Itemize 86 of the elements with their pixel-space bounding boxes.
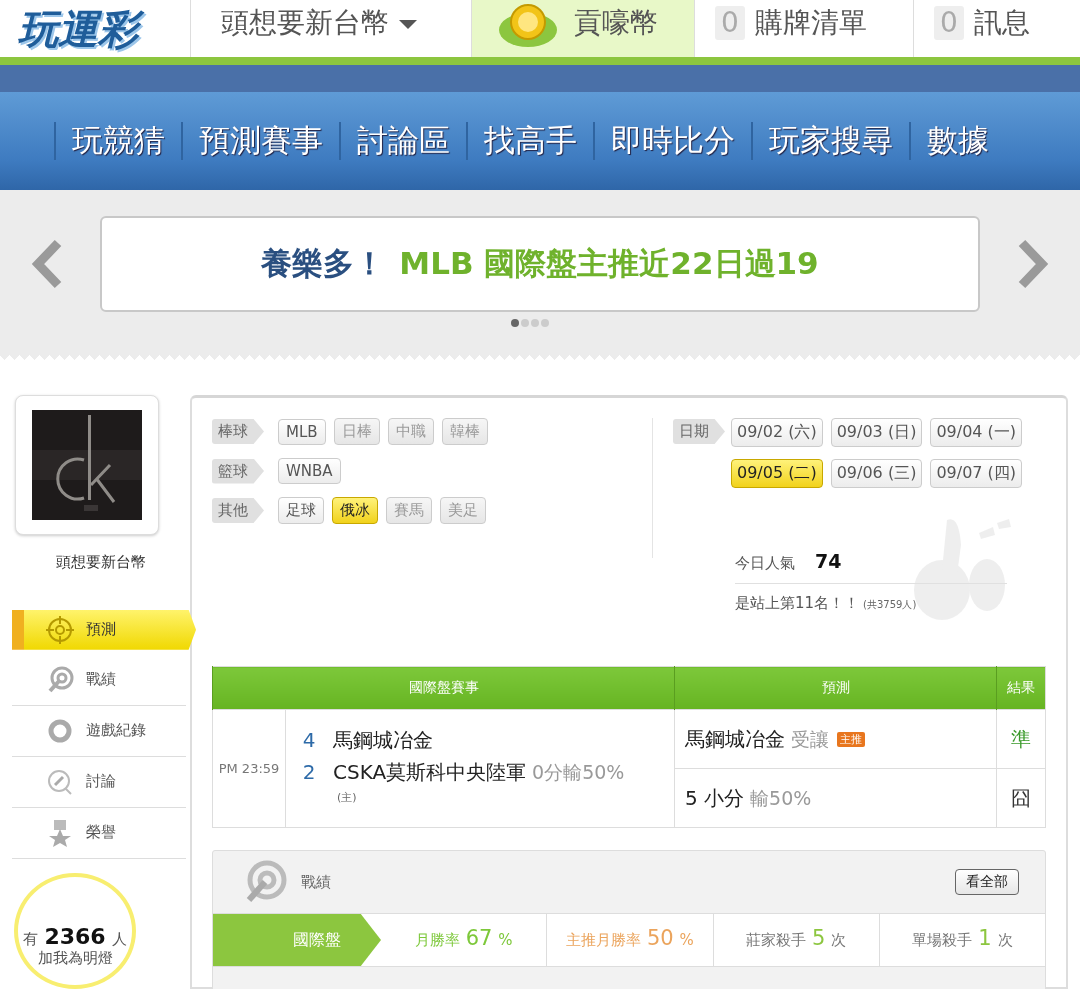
header-link[interactable]: 訊息 [973,6,1030,40]
carousel-dot[interactable] [531,319,539,327]
date-chip[interactable]: 09/05 (二) [731,459,823,488]
target-arrow-icon [46,665,74,694]
prediction-detail: 受讓 [791,727,829,750]
nav-link[interactable]: 找高手 [466,122,593,160]
date-chip[interactable]: 09/07 (四) [930,459,1023,488]
team-score: 4 [301,727,317,754]
stat-value: 1 [978,926,992,950]
fans-prefix: 有 [23,929,39,949]
category-label: 日期 [673,419,725,444]
caret-icon [399,20,417,29]
chevron-right-icon [1016,239,1050,289]
chevron-left-icon [30,239,64,289]
rank-text: 是站上第11名！！ [735,594,860,613]
date-chip[interactable]: 09/06 (三) [830,459,923,488]
category-label: 籃球 [212,458,264,484]
banner-text: MLB 國際盤主推近22日過19 [399,244,819,283]
speech-bubble-icon [46,767,74,796]
stat-label: 主推月勝率 [565,931,641,950]
stat-unit: 次 [831,931,847,950]
odds-line: 0分輸50% [532,761,625,783]
popularity-label: 今日人氣 [735,554,795,573]
banner-card[interactable]: 養樂多！ MLB 國際盤主推近22日過19 [100,216,980,312]
team-name: 馬鋼城冶金 [333,728,433,752]
coin-link[interactable]: 貢嚎幣 [471,0,694,57]
category-label: 其他 [212,498,264,523]
category-label: 棒球 [212,419,264,444]
side-menu-item[interactable]: 戰績 [12,654,186,706]
date-chip[interactable]: 09/02 (六) [731,418,823,447]
nav-link[interactable]: 即時比分 [593,122,751,160]
nav-link[interactable]: 討論區 [339,122,466,160]
profile-name: 頭想要新台幣 [55,552,147,572]
date-chip[interactable]: 09/03 (日) [830,418,923,447]
team-score: 2 [301,759,317,786]
side-menu-item[interactable]: 預測 [12,609,196,650]
count-badge: 0 [715,6,745,40]
prediction-pick: 馬鋼城冶金 [685,726,785,751]
stat-unit: 次 [997,931,1013,950]
side-menu-item[interactable]: 榮譽 [12,807,186,859]
carousel-dot[interactable] [511,319,519,327]
fans-suffix: 人 [111,929,127,949]
date-chip[interactable]: 09/04 (一) [930,418,1023,447]
stat-value: 67 [465,926,493,950]
rank-total: (共3759人) [863,598,917,612]
column-header: 預測 [674,666,997,710]
view-all-button[interactable]: 看全部 [955,869,1019,895]
stat-label: 莊家殺手 [745,931,806,950]
fans-count: 2366 [44,923,106,949]
carousel-dot[interactable] [541,319,549,327]
stat-unit: % [679,931,694,949]
column-header: 國際盤賽事 [212,666,675,710]
fans-caption[interactable]: 加我為明燈 [37,948,113,968]
count-badge: 0 [934,6,964,40]
stat-value: 50 [646,926,674,950]
time-cell: PM 23:59 [212,709,286,828]
featured-badge: 主推 [837,731,865,747]
result-cell: 準 [996,709,1046,769]
home-note: (主) [337,790,358,805]
side-menu-item[interactable]: 討論 [12,756,186,808]
filter-chip[interactable]: MLB [278,418,326,445]
side-menu-item[interactable]: 遊戲紀錄 [12,705,186,757]
nav-link[interactable]: 預測賽事 [181,122,339,160]
stat-unit: % [498,931,513,949]
stat-label: 單場殺手 [912,931,973,950]
popularity-value: 74 [815,550,842,572]
banner-lead: 養樂多！ [261,244,386,283]
site-logo[interactable]: 玩運彩 [18,2,190,57]
target-icon [46,615,74,644]
record-title: 戰績 [301,872,331,892]
nav-link[interactable]: 數據 [909,122,1005,160]
stat-label: 月勝率 [414,931,460,950]
result-cell: 囧 [996,768,1046,828]
filter-chip[interactable]: 俄冰 [332,497,378,524]
carousel-dot[interactable] [521,319,529,327]
nav-link[interactable]: 玩家搜尋 [751,122,909,160]
coin-icon [498,4,558,48]
stat-value: 5 [811,926,826,950]
column-header: 結果 [996,666,1046,710]
nav-link[interactable]: 玩競猜 [54,122,181,160]
prediction-detail: 輸50% [750,786,812,809]
prediction-pick: 5 小分 [685,785,745,810]
filter-chip[interactable]: 足球 [278,497,324,524]
team-name: CSKA莫斯科中央陸軍 [333,760,527,784]
header-link[interactable]: 購牌清單 [754,6,867,40]
filter-chip[interactable]: WNBA [278,458,341,484]
